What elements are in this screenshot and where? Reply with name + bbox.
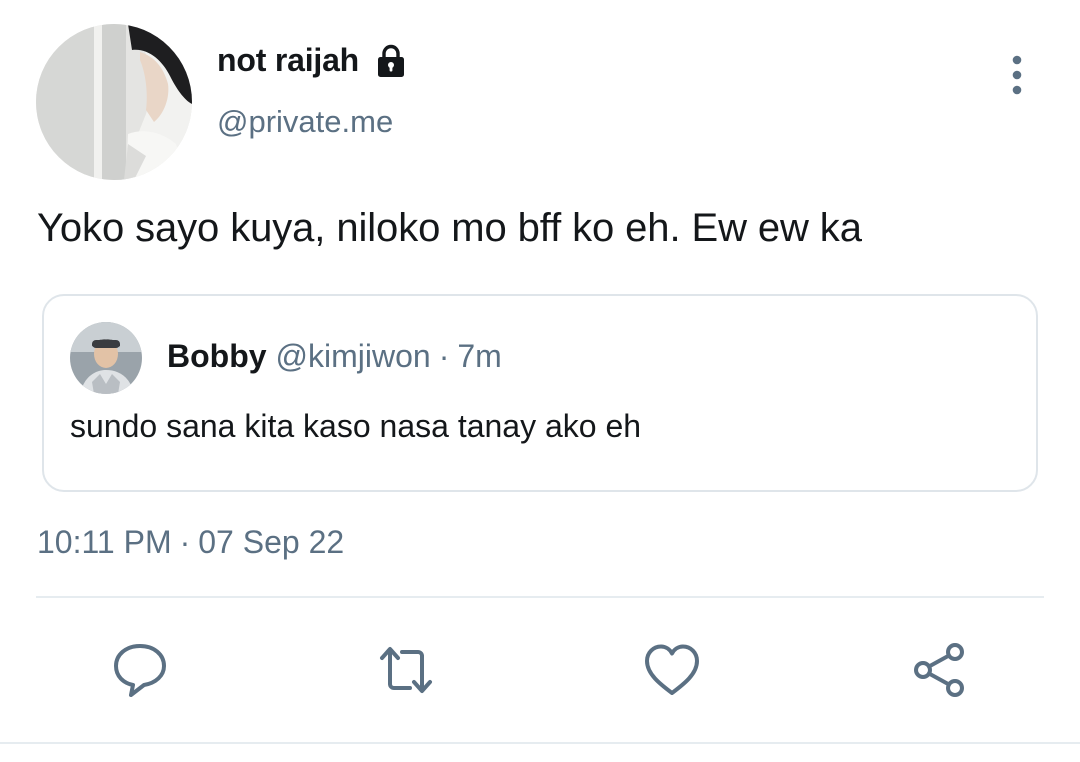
quoted-handle: @kimjiwon — [275, 338, 431, 374]
retweet-icon — [380, 647, 432, 693]
reply-button[interactable] — [108, 638, 172, 702]
quoted-tweet-text: sundo sana kita kaso nasa tanay ako eh — [70, 408, 642, 444]
author-handle[interactable]: @private.me — [217, 104, 393, 140]
bottom-divider — [0, 742, 1080, 744]
like-button[interactable] — [640, 638, 704, 702]
like-heart-icon — [645, 644, 699, 695]
quoted-time: 7m — [457, 338, 502, 374]
quoted-tweet-card[interactable]: Bobby @kimjiwon · 7m sundo sana kita kas… — [42, 294, 1038, 492]
author-avatar[interactable] — [36, 24, 192, 180]
author-display-name[interactable]: not raijah — [217, 42, 359, 79]
quoted-display-name: Bobby — [167, 338, 267, 374]
quoted-tweet-header: Bobby @kimjiwon · 7m — [167, 338, 502, 375]
share-icon — [914, 643, 964, 697]
more-options-button[interactable] — [996, 52, 1038, 98]
tweet-text: Yoko sayo kuya, niloko mo bff ko eh. Ew … — [37, 206, 862, 250]
retweet-button[interactable] — [374, 638, 438, 702]
quoted-separator: · — [438, 338, 450, 374]
author-name-row: not raijah — [217, 42, 409, 79]
avatar-photo — [70, 322, 142, 394]
tweet-detail: not raijah @private.me Yoko sayo kuya, n… — [0, 0, 1080, 762]
timestamp-date: 07 Sep 22 — [198, 524, 345, 560]
more-vertical-icon — [1012, 55, 1022, 95]
quoted-author-avatar — [70, 322, 142, 394]
share-button[interactable] — [907, 638, 971, 702]
reply-icon — [114, 644, 166, 697]
tweet-timestamp: 10:11 PM · 07 Sep 22 — [37, 524, 344, 561]
avatar-photo — [36, 24, 192, 180]
timestamp-time: 10:11 PM — [37, 524, 172, 560]
divider — [36, 596, 1044, 598]
lock-icon — [373, 43, 409, 79]
timestamp-separator: · — [179, 524, 191, 560]
